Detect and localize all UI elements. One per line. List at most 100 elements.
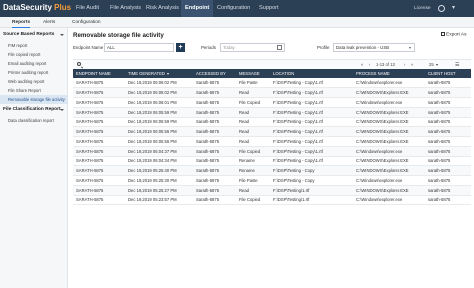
cell-time-generated: Dec 19,2019 05:23:57 PM (125, 195, 193, 206)
nav-support[interactable]: Support (256, 0, 282, 17)
calendar-icon[interactable] (277, 45, 282, 50)
sidebar-item-email-auditing-report[interactable]: Email auditing report (0, 59, 68, 68)
tab-configuration[interactable]: Configuration (72, 17, 101, 28)
cell-process-name: C:\Windows\explorer.exe (353, 97, 425, 108)
endpoint-name-input[interactable]: ALL (104, 43, 174, 52)
table-row[interactable]: SARATH-5875 Dec 19,2019 06:06:01 PM Sarath… (73, 97, 471, 108)
export-as-button[interactable]: Export As (441, 32, 467, 38)
nav-risk-analysis[interactable]: Risk Analysis (143, 0, 182, 17)
cell-endpoint-name: SARATH-5875 (73, 175, 125, 186)
app-logo[interactable]: DataSecurity Plus (3, 3, 71, 12)
cell-time-generated: Dec 19,2019 06:04:37 PM (125, 146, 193, 157)
cell-location: F:\DSP\Testing - Copy\1.rtf (270, 156, 353, 167)
chevron-down-icon[interactable] (409, 46, 411, 49)
chevron-down-icon[interactable] (60, 109, 64, 111)
table-row[interactable]: SARATH-5875 Dec 19,2019 05:25:27 PM Sarath… (73, 185, 471, 196)
search-icon[interactable] (77, 62, 81, 66)
cell-process-name: C:\WINDOWS\Explorer.EXE (353, 136, 425, 147)
sidebar-item-printer-auditing-report[interactable]: Printer auditing report (0, 68, 68, 77)
table-row[interactable]: SARATH-5875 Dec 19,2019 05:23:57 PM Sarath… (73, 195, 471, 206)
cell-accessed-by: Sarath-5875 (193, 87, 236, 98)
table-row[interactable]: SARATH-5875 Dec 19,2019 06:05:59 PM Sarath… (73, 117, 471, 128)
cell-process-name: C:\WINDOWS\Explorer.EXE (353, 126, 425, 137)
gear-icon[interactable] (438, 5, 445, 12)
cell-message: File Paste (236, 78, 270, 89)
sidebar: Source Based Reports FIM report File cop… (0, 28, 68, 288)
table-header-row: ENDPOINT NAME TIME GENERATED ACCESSED BY… (73, 69, 471, 78)
table-row[interactable]: SARATH-5875 Dec 19,2019 06:05:59 PM Sarath… (73, 107, 471, 118)
cell-client-host: sarath-5875 (425, 107, 471, 118)
cell-message: Read (236, 126, 270, 137)
table-row[interactable]: SARATH-5875 Dec 19,2019 06:05:56 PM Sarath… (73, 126, 471, 137)
license-link[interactable]: License (414, 0, 431, 17)
cell-accessed-by: Sarath-5875 (193, 165, 236, 176)
cell-endpoint-name: SARATH-5875 (73, 97, 125, 108)
cell-endpoint-name: SARATH-5875 (73, 185, 125, 196)
table-row[interactable]: SARATH-5875 Dec 19,2019 05:25:30 PM Sarath… (73, 175, 471, 186)
sidebar-item-file-share-report[interactable]: File Share Report (0, 86, 68, 95)
periods-input[interactable]: Today (220, 43, 285, 52)
cell-process-name: C:\WINDOWS\Explorer.EXE (353, 87, 425, 98)
cell-message: Read (236, 107, 270, 118)
cell-client-host: sarath-5875 (425, 175, 471, 186)
cell-accessed-by: Sarath-5875 (193, 175, 236, 186)
sub-tab-bar: Reports Alerts Configuration (0, 17, 474, 28)
cell-client-host: sarath-5875 (425, 156, 471, 167)
profile-select[interactable]: Data leak prevention - USB (333, 43, 415, 52)
sort-desc-icon (166, 72, 169, 75)
sidebar-item-data-classification-report[interactable]: Data classification report (0, 116, 68, 125)
col-client-host[interactable]: CLIENT HOST (425, 69, 471, 78)
tab-reports[interactable]: Reports (12, 17, 31, 28)
cell-client-host: sarath-5875 (425, 117, 471, 128)
table-row[interactable]: SARATH-5875 Dec 19,2019 06:06:02 PM Sarath… (73, 78, 471, 89)
nav-file-audit[interactable]: File Audit (73, 0, 102, 17)
sidebar-section-file-classification[interactable]: File Classification Report (3, 107, 61, 112)
tab-alerts[interactable]: Alerts (43, 17, 55, 28)
col-accessed-by[interactable]: ACCESSED BY (193, 69, 236, 78)
table-row[interactable]: SARATH-5875 Dec 19,2019 06:06:02 PM Sarath… (73, 87, 471, 98)
cell-process-name: C:\WINDOWS\Explorer.EXE (353, 117, 425, 128)
sidebar-item-removable-storage[interactable]: Removable storage file activity (0, 95, 68, 104)
chevron-down-icon[interactable] (60, 34, 64, 36)
cell-location: F:\DSP\Testing - Copy (270, 175, 353, 186)
table-row[interactable]: SARATH-5875 Dec 19,2019 06:05:56 PM Sarath… (73, 136, 471, 147)
cell-accessed-by: Sarath-5875 (193, 146, 236, 157)
nav-configuration[interactable]: Configuration (214, 0, 253, 17)
col-process-name[interactable]: PROCESS NAME (353, 69, 425, 78)
cell-time-generated: Dec 19,2019 06:05:59 PM (125, 117, 193, 128)
nav-file-analysis[interactable]: File Analysis (107, 0, 144, 17)
nav-endpoint[interactable]: Endpoint (181, 0, 214, 17)
cell-location: F:\DSP\Testing - Copy\1.rtf (270, 146, 353, 157)
cell-message: File Copied (236, 146, 270, 157)
table-row[interactable]: SARATH-5875 Dec 19,2019 06:04:37 PM Sarath… (73, 146, 471, 157)
cell-endpoint-name: SARATH-5875 (73, 165, 125, 176)
cell-time-generated: Dec 19,2019 06:06:02 PM (125, 78, 193, 89)
col-time-generated[interactable]: TIME GENERATED (125, 69, 193, 78)
sidebar-item-web-auditing-report[interactable]: Web auditing report (0, 77, 68, 86)
sidebar-section-source-based[interactable]: Source Based Reports (3, 32, 54, 37)
table-row[interactable]: SARATH-5875 Dec 19,2019 05:25:40 PM Sarath… (73, 165, 471, 176)
cell-location: F:\DSP\Testing - Copy\1.rtf (270, 97, 353, 108)
col-endpoint-name[interactable]: ENDPOINT NAME (73, 69, 125, 78)
cell-location: F:\DSP\Testing - Copy\1.rtf (270, 136, 353, 147)
cell-time-generated: Dec 19,2019 06:05:56 PM (125, 126, 193, 137)
cell-message: File Paste (236, 175, 270, 186)
col-location[interactable]: LOCATION (270, 69, 353, 78)
col-message[interactable]: MESSAGE (236, 69, 270, 78)
sidebar-item-file-copied-report[interactable]: File copied report (0, 50, 68, 59)
cell-client-host: sarath-5875 (425, 126, 471, 137)
cell-location: F:\DSP\Testing - Copy\1.rtf (270, 87, 353, 98)
cell-accessed-by: Sarath-5875 (193, 195, 236, 206)
table-row[interactable]: SARATH-5875 Dec 19,2019 06:04:34 PM Sarath… (73, 156, 471, 167)
cell-message: Read (236, 136, 270, 147)
cell-accessed-by: Sarath-5875 (193, 136, 236, 147)
top-nav-bar: DataSecurity Plus File Audit File Analys… (0, 0, 474, 17)
cell-process-name: C:\Windows\explorer.exe (353, 146, 425, 157)
add-endpoint-button[interactable]: + (176, 43, 185, 52)
cell-location: F:\DSP\Testing\1.rtf (270, 185, 353, 196)
user-menu-caret[interactable]: ▾ (452, 0, 455, 17)
cell-accessed-by: Sarath-5875 (193, 78, 236, 89)
sidebar-item-fim-report[interactable]: FIM report (0, 41, 68, 50)
endpoint-name-label: Endpoint Name (73, 45, 104, 50)
cell-message: Read (236, 87, 270, 98)
